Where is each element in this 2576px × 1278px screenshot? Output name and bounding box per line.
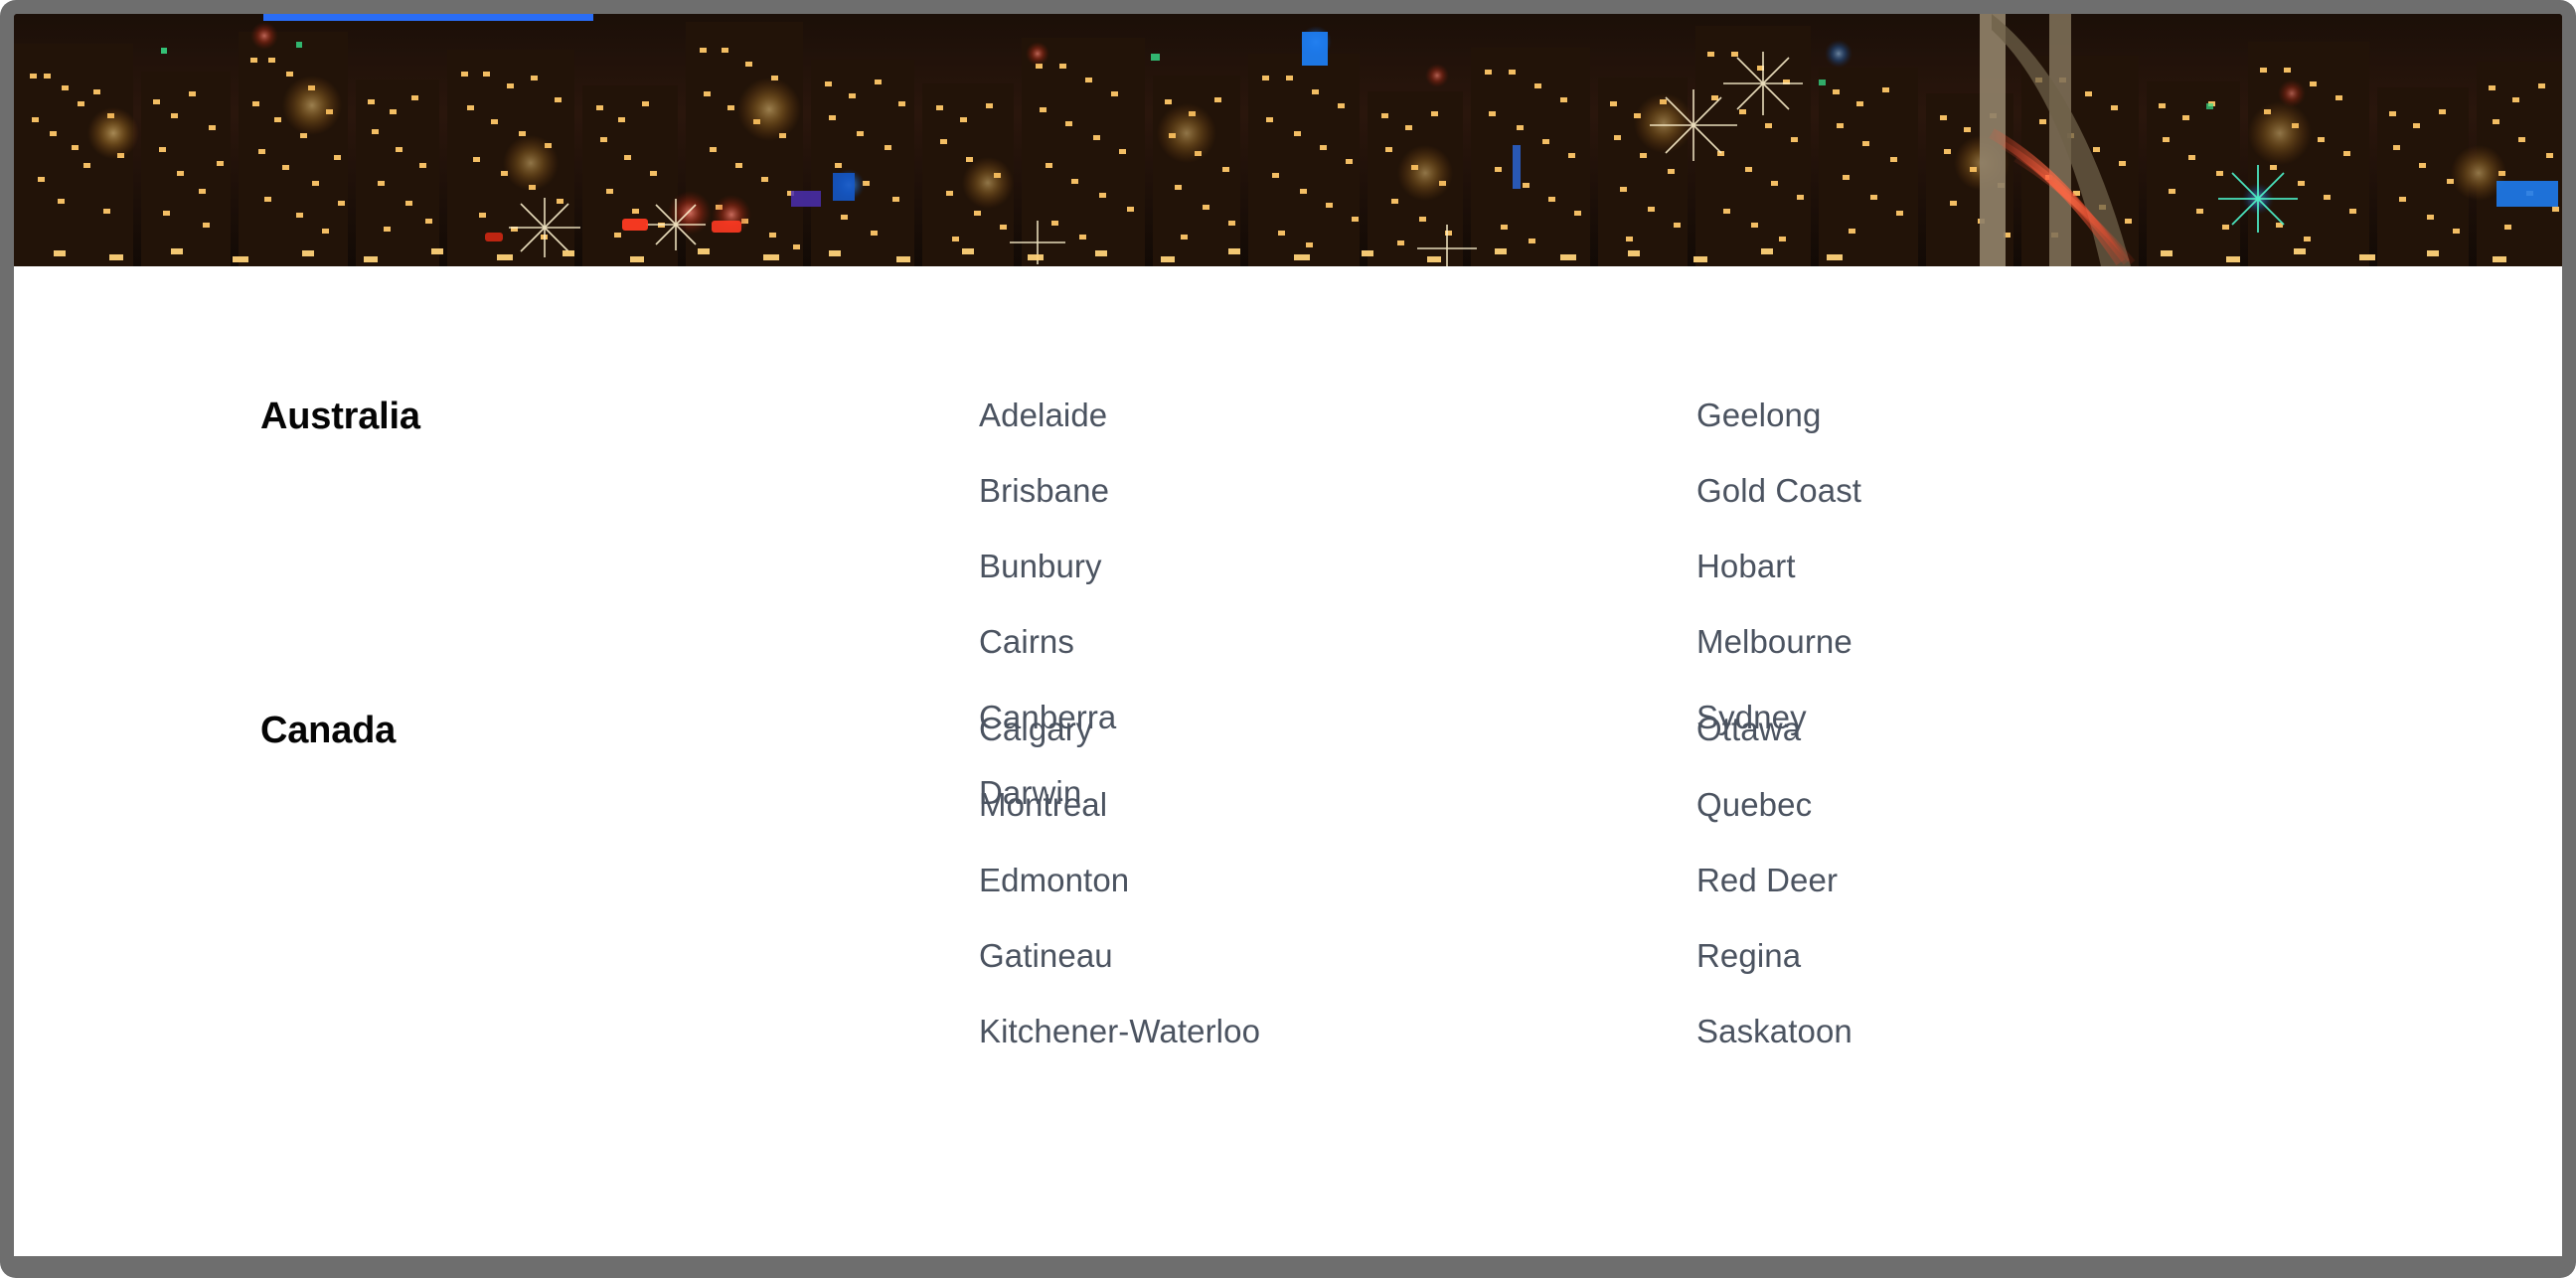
city-link[interactable]: Adelaide: [979, 390, 1635, 465]
city-skyline-night-icon: [14, 14, 2562, 266]
city-link[interactable]: Red Deer: [1696, 855, 2352, 930]
country-heading: Australia: [260, 396, 420, 437]
city-link[interactable]: Calgary: [979, 704, 1635, 779]
city-link[interactable]: Gatineau: [979, 930, 1635, 1006]
browser-window-frame: Australia Adelaide Brisbane Bunbury Cair…: [0, 0, 2576, 1278]
city-link[interactable]: Geelong: [1696, 390, 2352, 465]
city-link[interactable]: Ottawa: [1696, 704, 2352, 779]
city-directory: Australia Adelaide Brisbane Bunbury Cair…: [14, 266, 2562, 1256]
city-column: Ottawa Quebec Red Deer Regina Saskatoon: [1696, 704, 2352, 1081]
city-link[interactable]: Edmonton: [979, 855, 1635, 930]
city-link[interactable]: Montreal: [979, 779, 1635, 855]
page-load-progress-fill: [263, 14, 593, 21]
page-load-progress-bar: [14, 14, 2562, 21]
city-link[interactable]: Brisbane: [979, 465, 1635, 541]
city-link[interactable]: Cairns: [979, 616, 1635, 692]
city-link[interactable]: Gold Coast: [1696, 465, 2352, 541]
country-heading: Canada: [260, 710, 397, 751]
city-link[interactable]: Regina: [1696, 930, 2352, 1006]
city-link[interactable]: Kitchener-Waterloo: [979, 1006, 1635, 1081]
page-viewport: Australia Adelaide Brisbane Bunbury Cair…: [14, 14, 2562, 1256]
city-link[interactable]: Quebec: [1696, 779, 2352, 855]
hero-banner-image: [14, 14, 2562, 266]
city-column: Calgary Montreal Edmonton Gatineau Kitch…: [979, 704, 1635, 1081]
city-link[interactable]: Hobart: [1696, 541, 2352, 616]
city-link[interactable]: Melbourne: [1696, 616, 2352, 692]
city-link[interactable]: Bunbury: [979, 541, 1635, 616]
city-link[interactable]: Saskatoon: [1696, 1006, 2352, 1081]
